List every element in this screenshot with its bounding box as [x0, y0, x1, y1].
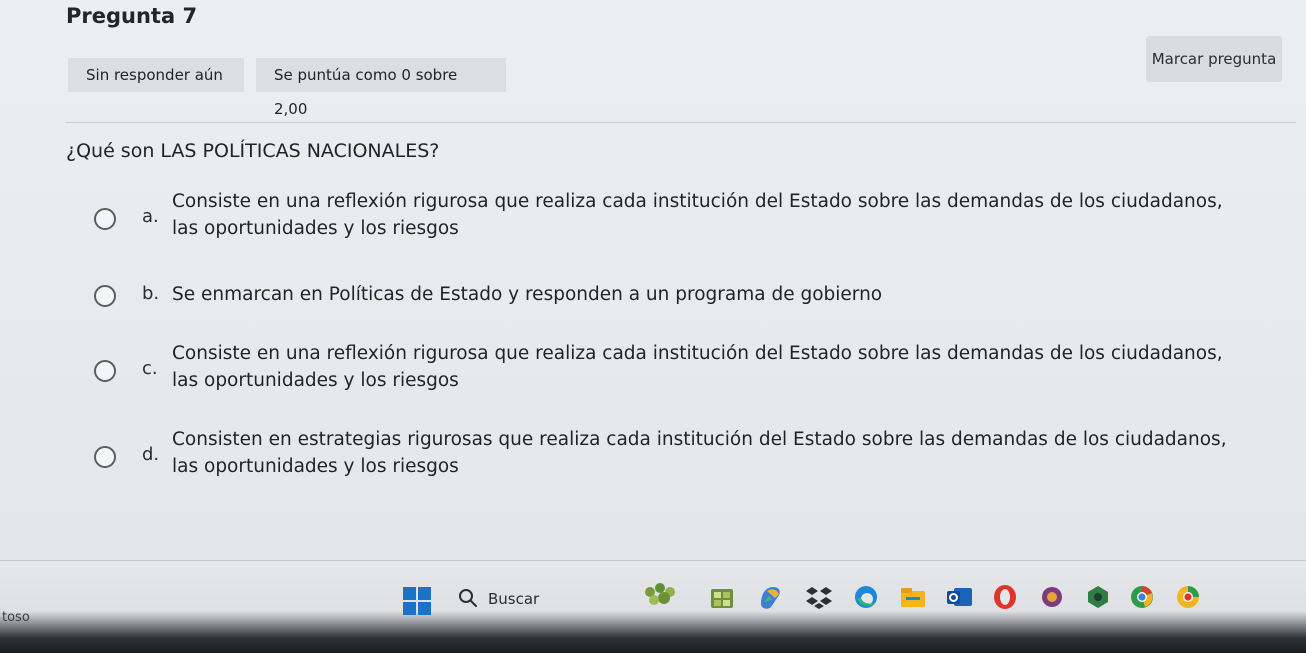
question-prompt: ¿Qué son LAS POLÍTICAS NACIONALES?: [66, 140, 440, 162]
dropbox-icon[interactable]: [804, 582, 834, 612]
answer-option-c[interactable]: c. Consiste en una reflexión rigurosa qu…: [94, 340, 1274, 400]
answer-option-b[interactable]: b. Se enmarcan en Políticas de Estado y …: [94, 283, 1274, 315]
flag-question-button[interactable]: Marcar pregunta: [1146, 36, 1282, 82]
radio-button[interactable]: [94, 446, 116, 468]
search-label: Buscar: [488, 590, 540, 608]
radio-button[interactable]: [94, 285, 116, 307]
edge-icon[interactable]: [851, 582, 881, 612]
taskbar-search-box[interactable]: Buscar: [450, 584, 628, 616]
answer-option-a[interactable]: a. Consiste en una reflexión rigurosa qu…: [94, 188, 1274, 248]
option-text: Consisten en estrategias rigurosas que r…: [172, 429, 1227, 477]
taskbar-left-text: toso: [2, 610, 30, 625]
taskbar: toso Buscar: [0, 560, 1306, 653]
app-green-icon[interactable]: [1083, 582, 1113, 612]
widgets-icon[interactable]: [642, 580, 682, 610]
answer-option-d[interactable]: d. Consisten en estrategias rigurosas qu…: [94, 426, 1274, 486]
radio-button[interactable]: [94, 360, 116, 382]
store-icon[interactable]: [707, 582, 737, 612]
app-icon[interactable]: [1037, 582, 1067, 612]
radio-button[interactable]: [94, 208, 116, 230]
file-explorer-icon[interactable]: [898, 582, 928, 612]
opera-icon[interactable]: [990, 582, 1020, 612]
search-icon: [459, 589, 477, 607]
outlook-icon[interactable]: [944, 582, 974, 612]
taskbar-border: [0, 560, 1306, 561]
option-text: Consiste en una reflexión rigurosa que r…: [172, 191, 1223, 239]
option-text: Consiste en una reflexión rigurosa que r…: [172, 343, 1223, 391]
option-letter: c.: [142, 358, 158, 379]
question-state-badge: Sin responder aún: [68, 58, 244, 92]
question-grade-badge: Se puntúa como 0 sobre 2,00: [256, 58, 506, 118]
chrome-icon[interactable]: [1127, 582, 1157, 612]
question-title: Pregunta 7: [66, 4, 198, 28]
copilot-icon[interactable]: [755, 582, 785, 612]
option-letter: b.: [142, 283, 160, 304]
start-icon[interactable]: [403, 587, 431, 615]
option-letter: d.: [142, 444, 160, 465]
chrome-canary-icon[interactable]: [1173, 582, 1203, 612]
option-text: Se enmarcan en Políticas de Estado y res…: [172, 284, 883, 305]
divider: [66, 122, 1296, 123]
quiz-page: Pregunta 7 Sin responder aún Se puntúa c…: [0, 0, 1306, 560]
option-letter: a.: [142, 206, 159, 227]
